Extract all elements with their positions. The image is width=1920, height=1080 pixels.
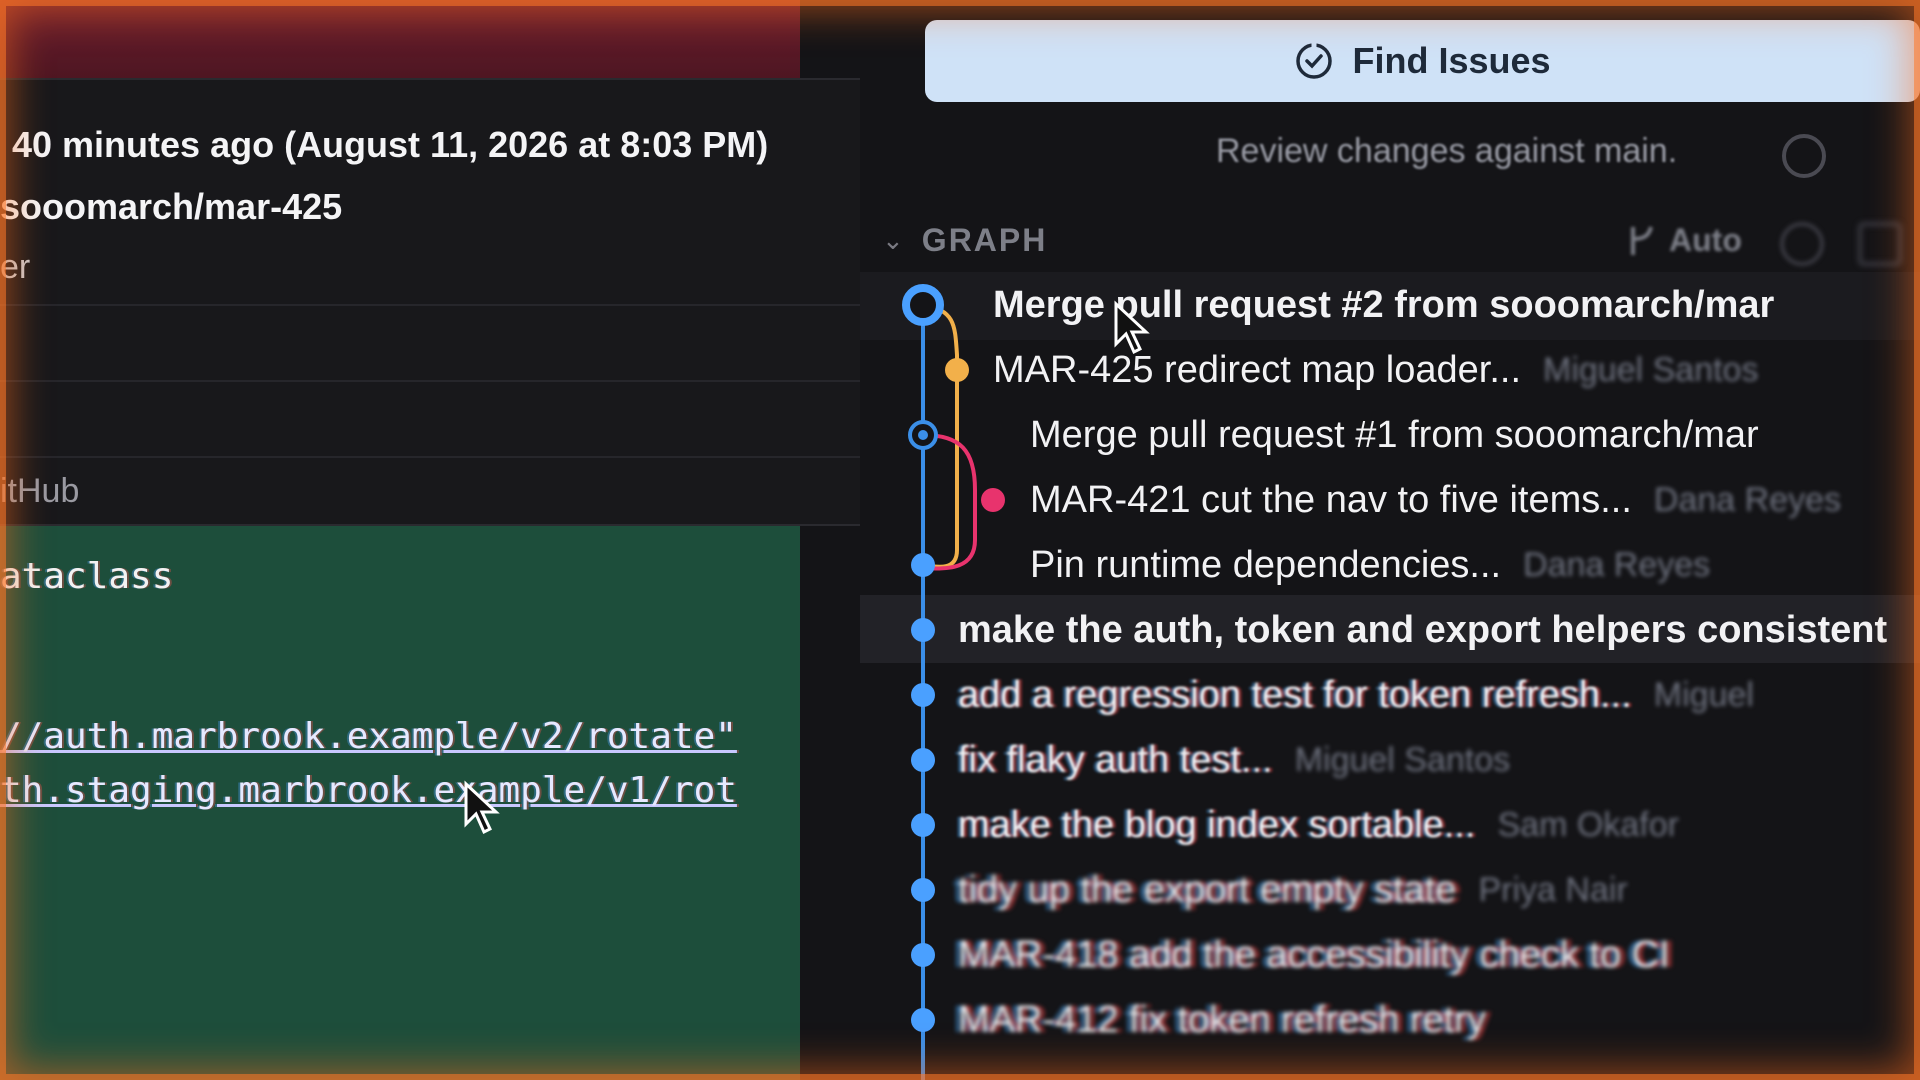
open-on-github-link[interactable]: itHub <box>0 472 874 511</box>
commit-author: Miguel <box>1653 675 1754 714</box>
commit-message: Merge pull request #1 from sooomarch/mar <box>1030 413 1759 456</box>
commit-author: Dana Reyes <box>1653 480 1842 519</box>
commit-message: MAR-412 fix token refresh retry <box>958 998 1486 1041</box>
divider <box>0 304 874 306</box>
pointer-cursor-icon <box>1114 300 1150 355</box>
commit-row[interactable]: MAR-421 cut the nav to five items... Dan… <box>1030 470 1841 530</box>
commit-row[interactable]: MAR-425 redirect map loader... Miguel Sa… <box>993 340 1758 400</box>
commit-row[interactable]: Pin runtime dependencies... Dana Reyes <box>1030 535 1710 595</box>
commit-row[interactable]: add a regression test for token refresh.… <box>958 665 1754 725</box>
commit-message: MAR-425 redirect map loader... <box>993 348 1522 391</box>
commit-node[interactable] <box>911 943 935 967</box>
settings-icon[interactable] <box>1780 222 1824 266</box>
commit-message: make the blog index sortable... <box>958 803 1476 846</box>
commit-detail: er <box>0 248 31 286</box>
commit-node[interactable] <box>981 488 1005 512</box>
commit-row[interactable]: Merge pull request #1 from sooomarch/mar <box>1030 405 1759 465</box>
find-issues-button[interactable]: Find Issues <box>925 20 1920 102</box>
commit-row[interactable]: fix flaky auth test... Miguel Santos <box>958 730 1510 790</box>
pointer-cursor-icon <box>464 780 500 835</box>
commit-node[interactable] <box>911 748 935 772</box>
commit-row[interactable]: tidy up the export empty state Priya Nai… <box>958 860 1628 920</box>
more-icon[interactable] <box>1858 222 1902 266</box>
divider <box>0 456 874 458</box>
commit-node[interactable] <box>911 813 935 837</box>
commit-message: MAR-418 add the accessibility check to C… <box>958 933 1670 976</box>
auto-toggle[interactable]: Auto <box>1625 222 1742 259</box>
help-icon[interactable] <box>1782 134 1826 178</box>
commit-author: Miguel Santos <box>1294 740 1511 779</box>
commit-message: add a regression test for token refresh.… <box>958 673 1632 716</box>
commit-message: MAR-421 cut the nav to five items... <box>1030 478 1632 521</box>
commit-row[interactable]: MAR-412 fix token refresh retry <box>958 990 1486 1050</box>
editor-header-area <box>0 0 800 90</box>
code-link[interactable]: th.staging.marbrook.example/v1/rot <box>0 770 800 811</box>
clock-check-icon <box>1296 43 1333 79</box>
commit-node[interactable] <box>911 878 935 902</box>
commit-message: make the auth, token and export helpers … <box>958 608 1888 651</box>
pink-branch <box>922 433 977 571</box>
commit-author: Miguel Santos <box>1543 350 1759 389</box>
code-link[interactable]: //auth.marbrook.example/v2/rotate" <box>0 716 795 757</box>
commit-author: Dana Reyes <box>1523 545 1711 584</box>
commit-node[interactable] <box>945 358 969 382</box>
review-hint: Review changes against main. <box>1216 132 1678 170</box>
divider <box>0 380 874 382</box>
commit-author: Sam Okafor <box>1497 805 1679 844</box>
commit-row[interactable]: make the blog index sortable... Sam Okaf… <box>958 795 1679 855</box>
commit-message: Pin runtime dependencies... <box>1030 543 1502 586</box>
commit-author: Priya Nair <box>1478 870 1628 909</box>
commit-branch[interactable]: sooomarch/mar-425 <box>0 186 874 228</box>
commit-node-core <box>918 430 928 440</box>
commit-tooltip: 40 minutes ago (August 11, 2026 at 8:03 … <box>0 78 876 526</box>
commit-message: tidy up the export empty state <box>958 868 1457 911</box>
commit-message: Merge pull request #2 from sooomarch/mar <box>993 283 1775 326</box>
find-issues-label: Find Issues <box>1352 40 1551 81</box>
commit-row[interactable]: MAR-418 add the accessibility check to C… <box>958 925 1670 985</box>
commit-node[interactable] <box>911 618 935 642</box>
commit-node[interactable] <box>902 284 944 326</box>
commit-node[interactable] <box>911 1008 935 1032</box>
commit-node[interactable] <box>911 553 935 577</box>
commit-time: 40 minutes ago (August 11, 2026 at 8:03 … <box>12 124 769 165</box>
commit-row[interactable]: make the auth, token and export helpers … <box>958 600 1887 660</box>
branch-icon <box>1631 225 1653 255</box>
commit-message: fix flaky auth test... <box>958 738 1273 781</box>
commit-node[interactable] <box>911 683 935 707</box>
commit-row[interactable]: Merge pull request #2 from sooomarch/mar <box>993 275 1774 335</box>
code-line: ataclass <box>0 556 174 597</box>
editor-code-area[interactable]: ataclass //auth.marbrook.example/v2/rota… <box>0 520 800 1080</box>
auto-label: Auto <box>1669 222 1742 258</box>
